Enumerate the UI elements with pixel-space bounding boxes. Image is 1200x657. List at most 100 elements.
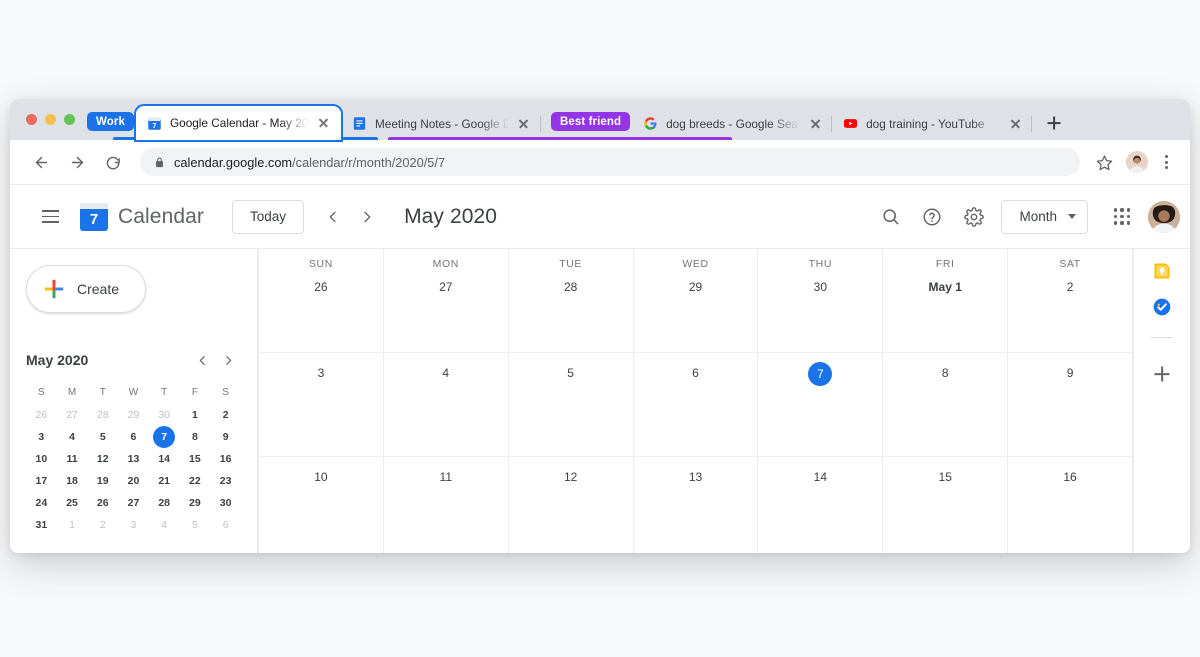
- add-app-button[interactable]: [1150, 362, 1174, 386]
- day-cell[interactable]: 6: [633, 353, 759, 457]
- next-month-button[interactable]: [350, 200, 384, 234]
- tab-dog-breeds[interactable]: dog breeds - Google Searc: [632, 107, 833, 140]
- day-number[interactable]: 10: [309, 466, 332, 488]
- tab-dog-training-youtube[interactable]: dog training - YouTube: [832, 107, 1033, 140]
- day-number[interactable]: 14: [809, 466, 832, 488]
- tab-group-label-best-friend[interactable]: Best friend: [550, 112, 631, 131]
- kebab-menu-icon[interactable]: [1156, 155, 1176, 169]
- mini-calendar-day[interactable]: 16: [210, 448, 241, 470]
- star-icon[interactable]: [1090, 148, 1118, 176]
- reload-icon[interactable]: [98, 147, 128, 177]
- day-number[interactable]: 26: [309, 276, 332, 298]
- day-cell[interactable]: THU 30: [758, 249, 884, 353]
- day-number[interactable]: 3: [310, 362, 332, 384]
- day-number[interactable]: 9: [1059, 362, 1081, 384]
- mini-calendar-day[interactable]: 6: [210, 514, 241, 536]
- forward-arrow-icon[interactable]: [62, 147, 92, 177]
- day-cell[interactable]: 16: [1008, 457, 1133, 553]
- previous-month-button[interactable]: [316, 200, 350, 234]
- close-icon[interactable]: [1007, 116, 1023, 132]
- profile-avatar[interactable]: [1126, 151, 1148, 173]
- address-bar[interactable]: calendar.google.com /calendar/r/month/20…: [140, 148, 1080, 176]
- day-number[interactable]: 29: [684, 276, 707, 298]
- back-arrow-icon[interactable]: [26, 147, 56, 177]
- mini-calendar-day[interactable]: 5: [87, 426, 118, 448]
- mini-calendar-day[interactable]: 30: [149, 404, 180, 426]
- close-window-button[interactable]: [26, 114, 37, 125]
- day-number[interactable]: 15: [934, 466, 957, 488]
- mini-calendar-day[interactable]: 25: [57, 492, 88, 514]
- day-cell[interactable]: MON 27: [383, 249, 509, 353]
- mini-calendar-day[interactable]: 22: [180, 470, 211, 492]
- day-cell[interactable]: TUE 28: [508, 249, 634, 353]
- mini-calendar-day[interactable]: 4: [57, 426, 88, 448]
- mini-calendar-day[interactable]: 2: [210, 404, 241, 426]
- mini-calendar-day[interactable]: 1: [180, 404, 211, 426]
- mini-calendar-day[interactable]: 29: [180, 492, 211, 514]
- day-number[interactable]: 11: [435, 466, 457, 488]
- google-apps-icon[interactable]: [1102, 197, 1142, 237]
- day-cell[interactable]: WED 29: [633, 249, 759, 353]
- mini-calendar-day[interactable]: 8: [180, 426, 211, 448]
- close-icon[interactable]: [807, 116, 823, 132]
- mini-calendar-day[interactable]: 11: [57, 448, 88, 470]
- mini-calendar-day[interactable]: 5: [180, 514, 211, 536]
- user-avatar[interactable]: [1148, 200, 1180, 233]
- day-number[interactable]: 5: [560, 362, 582, 384]
- mini-calendar-day[interactable]: 31: [26, 514, 57, 536]
- today-button[interactable]: Today: [232, 199, 305, 234]
- day-number[interactable]: 30: [809, 276, 832, 298]
- mini-calendar-day[interactable]: 12: [87, 448, 118, 470]
- day-cell[interactable]: FRI May 1: [883, 249, 1009, 353]
- mini-calendar-next-button[interactable]: [215, 347, 241, 373]
- day-cell[interactable]: 8: [883, 353, 1009, 457]
- mini-calendar-day[interactable]: 3: [26, 426, 57, 448]
- day-number[interactable]: 28: [559, 276, 582, 298]
- mini-calendar-day[interactable]: 30: [210, 492, 241, 514]
- view-select[interactable]: Month: [1001, 199, 1088, 234]
- search-icon[interactable]: [869, 196, 911, 238]
- day-number[interactable]: 27: [434, 276, 457, 298]
- mini-calendar-day[interactable]: 26: [87, 492, 118, 514]
- create-button[interactable]: Create: [26, 265, 146, 313]
- close-icon[interactable]: [516, 116, 532, 132]
- tab-google-calendar[interactable]: 7 Google Calendar - May 202: [135, 106, 341, 140]
- day-cell[interactable]: SUN 26: [259, 249, 384, 353]
- mini-calendar-day[interactable]: 24: [26, 492, 57, 514]
- day-cell[interactable]: 15: [883, 457, 1009, 553]
- close-icon[interactable]: [316, 115, 332, 131]
- mini-calendar-day[interactable]: 23: [210, 470, 241, 492]
- mini-calendar-day[interactable]: 13: [118, 448, 149, 470]
- mini-calendar-day[interactable]: 27: [57, 404, 88, 426]
- mini-calendar-day[interactable]: 18: [57, 470, 88, 492]
- day-number[interactable]: 13: [684, 466, 707, 488]
- settings-gear-icon[interactable]: [953, 196, 995, 238]
- main-menu-icon[interactable]: [30, 197, 70, 237]
- day-cell[interactable]: 3: [259, 353, 384, 457]
- day-cell[interactable]: SAT 2: [1008, 249, 1133, 353]
- mini-calendar-day[interactable]: 9: [210, 426, 241, 448]
- zoom-window-button[interactable]: [64, 114, 75, 125]
- day-cell[interactable]: 9: [1008, 353, 1133, 457]
- mini-calendar-day[interactable]: 1: [57, 514, 88, 536]
- day-number[interactable]: 12: [559, 466, 582, 488]
- mini-calendar-day[interactable]: 20: [118, 470, 149, 492]
- minimize-window-button[interactable]: [45, 114, 56, 125]
- day-cell[interactable]: 12: [509, 457, 634, 553]
- help-icon[interactable]: [911, 196, 953, 238]
- mini-calendar-day[interactable]: 19: [87, 470, 118, 492]
- day-cell[interactable]: 4: [383, 353, 509, 457]
- mini-calendar-prev-button[interactable]: [189, 347, 215, 373]
- day-number[interactable]: 7: [808, 362, 833, 386]
- day-number[interactable]: 2: [1059, 276, 1081, 298]
- day-number[interactable]: May 1: [924, 276, 967, 298]
- google-tasks-icon[interactable]: [1152, 297, 1172, 317]
- day-number[interactable]: 6: [684, 362, 706, 384]
- mini-calendar-day[interactable]: 28: [87, 404, 118, 426]
- mini-calendar-day[interactable]: 21: [149, 470, 180, 492]
- day-cell[interactable]: 5: [508, 353, 634, 457]
- mini-calendar-day[interactable]: 27: [118, 492, 149, 514]
- mini-calendar-day[interactable]: 15: [180, 448, 211, 470]
- day-cell[interactable]: 13: [634, 457, 759, 553]
- tab-group-label-work[interactable]: Work: [87, 112, 134, 131]
